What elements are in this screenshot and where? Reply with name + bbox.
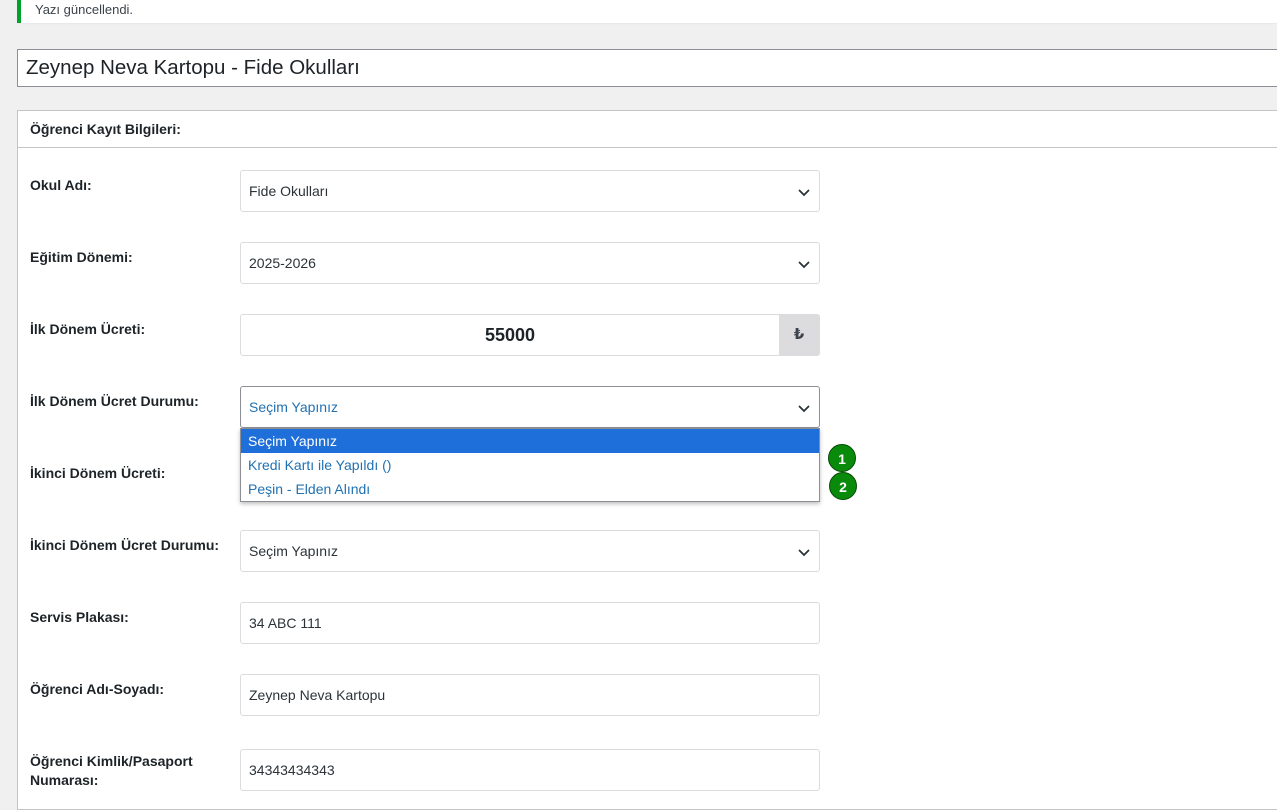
second-fee-status-value: Seçim Yapınız — [249, 543, 338, 559]
first-fee-value: 55000 — [484, 325, 536, 345]
second-fee-status-select[interactable]: Seçim Yapınız — [240, 530, 820, 572]
student-name-input[interactable]: Zeynep Neva Kartopu — [240, 674, 820, 716]
dropdown-option[interactable]: Peşin - Elden Alındı — [241, 477, 819, 501]
metabox-header: Öğrenci Kayıt Bilgileri: — [18, 111, 1277, 148]
student-id-label: Öğrenci Kimlik/Pasaport Numarası: — [30, 753, 193, 788]
first-fee-status-label: İlk Dönem Ücret Durumu: — [30, 393, 199, 409]
service-plate-value: 34 ABC 111 — [249, 615, 322, 631]
chevron-down-icon — [798, 549, 810, 557]
marker-badge: 1 — [828, 444, 856, 472]
service-plate-label: Servis Plakası: — [30, 609, 129, 625]
first-fee-input[interactable]: 55000 ₺ — [240, 314, 820, 356]
term-label: Eğitim Dönemi: — [30, 249, 133, 265]
second-fee-label: İkinci Dönem Ücreti: — [30, 465, 166, 481]
school-select[interactable]: Fide Okulları — [240, 170, 820, 212]
student-id-input[interactable]: 34343434343 — [240, 749, 820, 791]
student-name-label: Öğrenci Adı-Soyadı: — [30, 681, 165, 697]
post-title-input[interactable]: Zeynep Neva Kartopu - Fide Okulları — [17, 49, 1277, 87]
service-plate-input[interactable]: 34 ABC 111 — [240, 602, 820, 644]
dropdown-option[interactable]: Kredi Kartı ile Yapıldı () — [241, 453, 819, 477]
first-fee-status-value: Seçim Yapınız — [249, 399, 338, 415]
metabox-title: Öğrenci Kayıt Bilgileri: — [30, 121, 181, 137]
chevron-down-icon — [798, 261, 810, 269]
marker-badge: 2 — [829, 472, 857, 500]
term-value: 2025-2026 — [249, 255, 316, 271]
first-fee-label: İlk Dönem Ücreti: — [30, 321, 146, 337]
notice-text: Yazı güncellendi. — [35, 2, 134, 17]
second-fee-status-label: İkinci Dönem Ücret Durumu: — [30, 537, 220, 553]
chevron-down-icon — [798, 405, 810, 413]
first-fee-status-select[interactable]: Seçim Yapınız — [240, 386, 820, 428]
student-id-value: 34343434343 — [249, 762, 335, 778]
student-name-value: Zeynep Neva Kartopu — [249, 687, 386, 703]
school-label: Okul Adı: — [30, 177, 92, 193]
currency-addon: ₺ — [779, 315, 819, 355]
term-select[interactable]: 2025-2026 — [240, 242, 820, 284]
school-value: Fide Okulları — [249, 183, 329, 199]
update-notice: Yazı güncellendi. — [17, 0, 1277, 23]
fee-status-dropdown-list: Seçim Yapınız Kredi Kartı ile Yapıldı ()… — [240, 428, 820, 502]
chevron-down-icon — [798, 189, 810, 197]
dropdown-option[interactable]: Seçim Yapınız — [241, 429, 819, 453]
